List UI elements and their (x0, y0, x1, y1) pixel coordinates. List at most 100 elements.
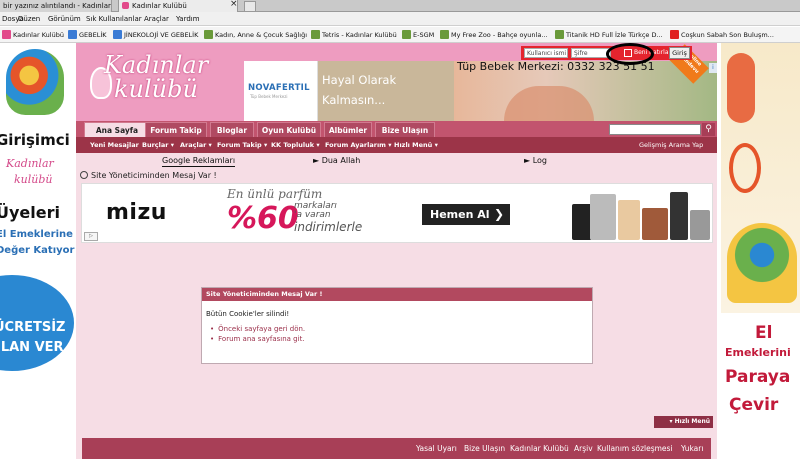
ad-slogan: Hayal Olarak Kalmasın... (318, 61, 454, 121)
close-tab-icon[interactable]: × (230, 0, 238, 9)
bookmark-titanik[interactable]: Titanik HD Full İzle Türkçe D... (555, 29, 663, 41)
browser-menu-bar: Dosya Düzen Görünüm Sık Kullanılanlar Ar… (0, 12, 800, 26)
footer-kadinlar-kulubu[interactable]: Kadınlar Kulübü (510, 438, 569, 459)
tab-home[interactable]: Ana Sayfa (84, 122, 150, 137)
ad-slogan-line2: Kalmasın... (322, 93, 386, 107)
side-right-text-3: Paraya (725, 367, 791, 387)
perfume-ad-banner[interactable]: mizu En ünlü parfüm %60 markaları'a vara… (81, 183, 713, 243)
bookmark-kadin-anne[interactable]: Kadın, Anne & Çocuk Sağlığı (204, 29, 307, 41)
bookmark-label: Tetris - Kadınlar Kulübü (322, 31, 397, 39)
perfume-bottles-image (572, 186, 712, 242)
browser-tab-2[interactable]: Kadınlar Kulübü (118, 0, 238, 12)
perfume-bottle (642, 208, 668, 240)
menu-edit[interactable]: Düzen (18, 13, 40, 25)
bookmark-label: My Free Zoo - Bahçe oyunla... (451, 31, 548, 39)
menu-tools[interactable]: Araçlar (144, 13, 169, 25)
perfume-bottle (590, 194, 616, 240)
ad-slogan-line1: Hayal Olarak (322, 73, 397, 87)
tab-forum-takip[interactable]: Forum Takip (145, 122, 207, 137)
search-input[interactable] (609, 124, 701, 135)
menu-view[interactable]: Görünüm (48, 13, 81, 25)
side-left-text-6: Değer Katıyor (0, 245, 75, 256)
logo-text-2: kulübü (114, 75, 198, 103)
tab-bize-ulasin[interactable]: Bize Ulaşın (375, 122, 435, 137)
side-right-text-4: Çevir (729, 395, 779, 415)
tab-oyun-kulubu[interactable]: Oyun Kulübü (257, 122, 321, 137)
baby-photo-shape (504, 86, 594, 121)
ad2-percent: %60 (227, 201, 299, 236)
bookmark-favicon-icon (402, 30, 411, 39)
google-ads-link[interactable]: Google Reklamları (162, 155, 236, 167)
bookmark-gebelik[interactable]: GEBELİK (68, 29, 107, 41)
browser-tab-bar: bir yazınız alıntılandı - Kadınlar K... … (0, 0, 800, 12)
menu-help[interactable]: Yardım (176, 13, 200, 25)
adchoices-icon[interactable]: i (709, 63, 717, 73)
search-icon[interactable]: ⚲ (702, 123, 715, 136)
subnav-forum-takip[interactable]: Forum Takip ▾ (217, 137, 267, 153)
novafertil-sub: Tüp Bebek Merkezi (250, 94, 288, 99)
bookmark-tetris[interactable]: Tetris - Kadınlar Kulübü (311, 29, 397, 41)
browser-tab-2-label: Kadınlar Kulübü (132, 2, 187, 10)
message-text: Bütün Cookie'ler silindi! (206, 310, 290, 318)
main-navbar: Ana Sayfa Forum Takip Bloglar Oyun Kulüb… (76, 121, 717, 137)
bookmark-jinekoloji[interactable]: JİNEKOLOJİ VE GEBELİK (113, 29, 198, 41)
footer-top[interactable]: Yukarı (681, 438, 703, 459)
forum-home-link[interactable]: Forum ana sayfasına git. (210, 334, 305, 344)
subnav-new-posts[interactable]: Yeni Mesajlar (90, 137, 139, 153)
footer-archive[interactable]: Arşiv (574, 438, 593, 459)
quick-menu-button[interactable]: ▾ Hızlı Menü (654, 416, 713, 428)
bookmark-my-free-zoo[interactable]: My Free Zoo - Bahçe oyunla... (440, 29, 548, 41)
quick-links-row: Google Reklamları ► Dua Allah ► Log (76, 154, 717, 167)
new-tab-button[interactable] (244, 1, 256, 11)
message-box-title: Site Yöneticiminden Mesaj Var ! (202, 288, 592, 301)
bookmark-favicon-icon (440, 30, 449, 39)
left-side-banner[interactable]: Girişimci Kadınlar kulübü Üyeleri El Eme… (0, 43, 76, 459)
subnav-burclar[interactable]: Burçlar ▾ (142, 137, 174, 153)
bookmark-esgm[interactable]: E-SGM (402, 29, 434, 41)
right-side-banner[interactable]: El Emeklerini Paraya Çevir (717, 43, 800, 459)
subnav-forum-ayarlarim[interactable]: Forum Ayarlarım ▾ (325, 137, 392, 153)
side-left-text-3: kulübü (14, 173, 53, 186)
side-left-text-5: El Emeklerine (0, 229, 73, 240)
message-links: Önceki sayfaya geri dön. Forum ana sayfa… (210, 324, 305, 344)
bookmark-label: GEBELİK (79, 31, 107, 39)
advanced-search-link[interactable]: Gelişmiş Arama Yap (639, 137, 703, 153)
tab-bloglar[interactable]: Bloglar (210, 122, 254, 137)
back-link[interactable]: Önceki sayfaya geri dön. (210, 324, 305, 334)
side-left-text-8: İLAN VER (0, 340, 64, 355)
log-link[interactable]: ► Log (524, 155, 547, 166)
novafertil-brand: NOVAFERTIL (248, 83, 310, 93)
doll-illustration (727, 53, 755, 123)
side-right-text-2: Emeklerini (725, 346, 791, 359)
menu-favorites[interactable]: Sık Kullanılanlar (86, 13, 142, 25)
login-button[interactable]: Giriş (669, 47, 690, 59)
side-left-text-7: ÜCRETSİZ (0, 320, 66, 335)
buy-now-label: Hemen Al (430, 208, 490, 221)
bookmark-label: Titanik HD Full İzle Türkçe D... (566, 31, 663, 39)
scissors-illustration (729, 143, 761, 193)
bookmark-favicon-icon (204, 30, 213, 39)
footer-terms[interactable]: Kullanım sözleşmesi (597, 438, 673, 459)
subnav-kk-topluluk[interactable]: KK Topluluk ▾ (271, 137, 320, 153)
bookmark-label: Coşkun Sabah Son Buluşm... (681, 31, 774, 39)
bookmark-kadinlar[interactable]: Kadınlar Kulübü (2, 29, 64, 41)
subnav-araclar[interactable]: Araçlar ▾ (180, 137, 212, 153)
buy-now-button[interactable]: Hemen Al ❯ (422, 204, 510, 225)
side-left-text-1: Girişimci (0, 131, 70, 149)
password-input[interactable] (571, 48, 611, 58)
tab-albumler[interactable]: Albümler (324, 122, 372, 137)
username-input[interactable] (524, 48, 568, 58)
ad2-line2b: 'a varan (294, 210, 331, 220)
youtube-icon (670, 30, 679, 39)
perfume-bottle (618, 200, 640, 240)
subnav-hizli-menu[interactable]: Hızlı Menü ▾ (394, 137, 438, 153)
dua-allah-link[interactable]: ► Dua Allah (313, 155, 360, 166)
ad-info-icon[interactable]: ▷ (84, 232, 98, 241)
site-header: Kadınlar kulübü NOVAFERTIL Tüp Bebek Mer… (76, 43, 717, 121)
bookmark-coskun-sabah[interactable]: Coşkun Sabah Son Buluşm... (670, 29, 774, 41)
home-icon[interactable] (80, 171, 88, 179)
footer-contact[interactable]: Bize Ulaşın (464, 438, 505, 459)
browser-tab-1[interactable]: bir yazınız alıntılandı - Kadınlar K... (0, 0, 112, 12)
footer-legal[interactable]: Yasal Uyarı (416, 438, 457, 459)
message-box: Site Yöneticiminden Mesaj Var ! Bütün Co… (201, 287, 593, 364)
